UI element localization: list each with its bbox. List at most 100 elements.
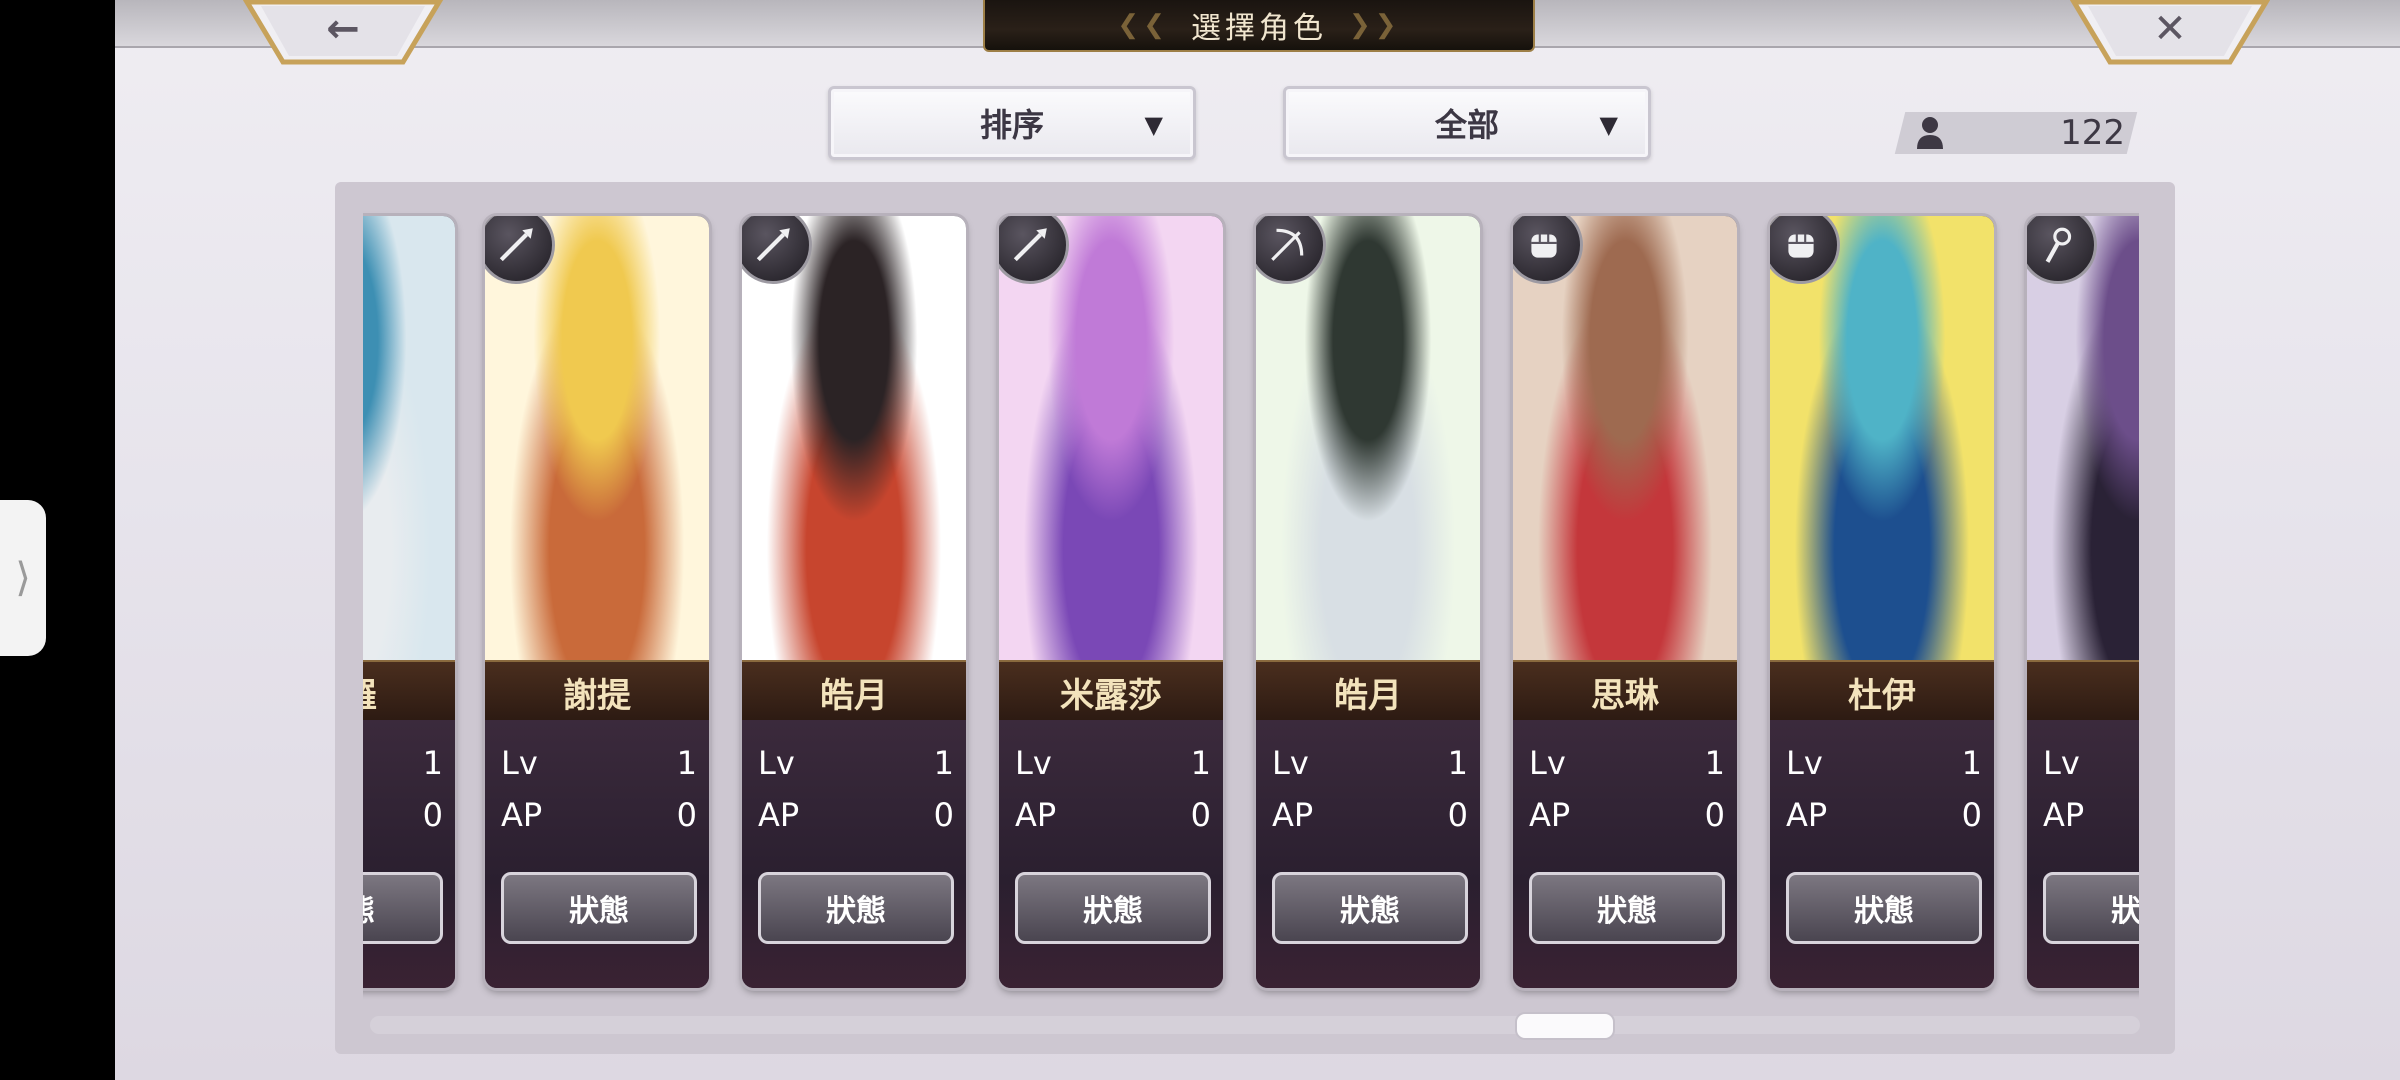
character-name: 思琳 [1513,660,1737,722]
level-row: Lv 1 [501,744,697,782]
chevron-right-icon: ⟩ [15,555,31,601]
status-label: 狀態 [363,886,375,930]
status-button[interactable]: 狀態 [501,872,697,944]
level-label: Lv [501,744,538,782]
character-name: 皓月 [1256,660,1480,722]
character-name: 維羅 [363,660,455,722]
level-row: Lv1 [363,744,443,782]
ap-label: AP [1786,796,1828,834]
scroll-rail [370,1016,2140,1034]
level-row: Lv 1 [1786,744,1982,782]
back-button[interactable]: ← [243,0,443,65]
level-row: Lv 1 [1015,744,1211,782]
level-value: 1 [933,744,954,782]
ap-row: AP 0 [1529,796,1725,834]
status-label: 狀態 [1854,894,1914,929]
character-name: 皓月 [742,660,966,722]
status-label: 狀態 [1340,894,1400,929]
character-stats: Lv1 AP0 狀態 [1256,720,1480,988]
level-value: 1 [422,744,443,782]
level-label: Lv [1529,744,1566,782]
ap-row: AP 0 [501,796,697,834]
ap-label: AP [1015,796,1057,834]
status-button[interactable]: 狀態 [1529,872,1725,944]
level-value: 1 [676,744,697,782]
status-button[interactable]: 狀態 [2043,872,2139,944]
close-button[interactable]: ✕ [2070,0,2270,65]
level-row: Lv 1 [758,744,954,782]
level-label: Lv [1786,744,1823,782]
level-label: Lv [1272,744,1309,782]
character-card[interactable]: 維羅 Lv1 AP0 狀態 [363,216,455,988]
roster-count-value: 122 [2060,113,2125,153]
back-arrow-icon: ← [326,6,360,52]
level-row: Lv 1 [1529,744,1725,782]
status-label: 狀態 [826,894,886,929]
status-button[interactable]: 狀態 [1015,872,1211,944]
level-label: Lv [758,744,795,782]
scroll-thumb[interactable] [1515,1012,1615,1040]
character-name: 杜伊 [1770,660,1994,722]
level-row: Lv1 [1272,744,1468,782]
level-label: Lv [2043,744,2080,782]
status-button[interactable]: 狀態 [363,872,443,944]
character-card[interactable]: 皓月 Lv 1 AP 0 狀態 [1256,216,1480,988]
character-card[interactable]: Lv AP 狀態 [2027,216,2139,988]
status-button[interactable]: 狀態 [758,872,954,944]
character-stats: Lv 1 AP0 狀態 [485,720,709,988]
ap-row: AP [2043,796,2139,834]
level-value: 1 [1190,744,1211,782]
character-stats: Lv 1 AP 0 狀態 [999,720,1223,988]
status-label: 狀態 [569,894,629,929]
character-stats: Lv1AP0狀態 [1770,720,1994,988]
character-card[interactable]: 米露莎 Lv 1 AP 0 狀態 [999,216,1223,988]
ap-row: AP 0 [1272,796,1468,834]
close-icon: ✕ [2153,6,2187,52]
ap-value: 0 [1190,796,1211,834]
character-card[interactable]: 杜伊 Lv 1 AP 0 狀態 [1770,216,1994,988]
status-button[interactable]: 狀態 [1272,872,1468,944]
character-select-screen: ← ❮❮ 選擇角色 ❯❯ ✕ 排序 ▼ 全部 ▼ 122 維羅 Lv 1 AP 0 狀態 謝… [115,0,2400,1080]
ornament-left: ❮❮ [1117,10,1169,40]
character-carousel[interactable]: 維羅 Lv 1 AP 0 狀態 謝提 Lv 1 AP 0 狀態 皓月 Lv 1 AP 0 狀態 米露莎 Lv 1 AP 0 狀… [363,200,2139,1000]
status-label: 狀態 [2111,894,2139,929]
level-row: Lv [2043,744,2139,782]
ap-label: AP [2043,796,2085,834]
character-stats: Lv1AP0狀態 [363,720,455,988]
ap-label: AP [758,796,800,834]
character-name: 米露莎 [999,660,1223,722]
page-title: 選擇角色 [1191,11,1327,46]
status-label: 狀態 [1083,894,1143,929]
sort-dropdown[interactable]: 排序 ▼ [828,86,1196,160]
status-label: 狀態 [1597,894,1657,929]
filter-dropdown[interactable]: 全部 ▼ [1283,86,1651,160]
ap-value: 0 [933,796,954,834]
character-stats: Lv 1 AP 0 狀態 [742,720,966,988]
level-value: 1 [1961,744,1982,782]
character-card[interactable]: 思琳 Lv 1 AP 0 狀態 [1513,216,1737,988]
character-card[interactable]: 皓月 Lv 1 AP 0 狀態 [742,216,966,988]
sort-label: 排序 [979,106,1044,144]
ap-value: 0 [1447,796,1468,834]
system-left-strip: ⟩ [0,0,115,1080]
character-portrait [363,216,455,660]
level-value: 1 [1704,744,1725,782]
ap-value: 0 [422,796,443,834]
status-button[interactable]: 狀態 [1786,872,1982,944]
side-panel-handle[interactable]: ⟩ [0,500,46,656]
ap-value: 0 [1704,796,1725,834]
character-stats: Lv 1 AP 0 狀態 [1513,720,1737,988]
character-name [2027,660,2139,722]
roster-count: 122 [1915,112,2125,154]
screen-title-plate: ❮❮ 選擇角色 ❯❯ [983,0,1535,52]
ap-label: AP [1529,796,1571,834]
ap-value: 0 [676,796,697,834]
character-name: 謝提 [485,660,709,722]
character-card[interactable]: 謝提 Lv 1 AP 0 狀態 [485,216,709,988]
caret-down-icon: ▼ [1144,110,1163,139]
caret-down-icon: ▼ [1599,110,1618,139]
person-icon [1917,117,1943,149]
ap-row: AP 0 [1015,796,1211,834]
character-stats: Lv AP 狀態 [2027,720,2139,988]
level-label: Lv [1015,744,1052,782]
